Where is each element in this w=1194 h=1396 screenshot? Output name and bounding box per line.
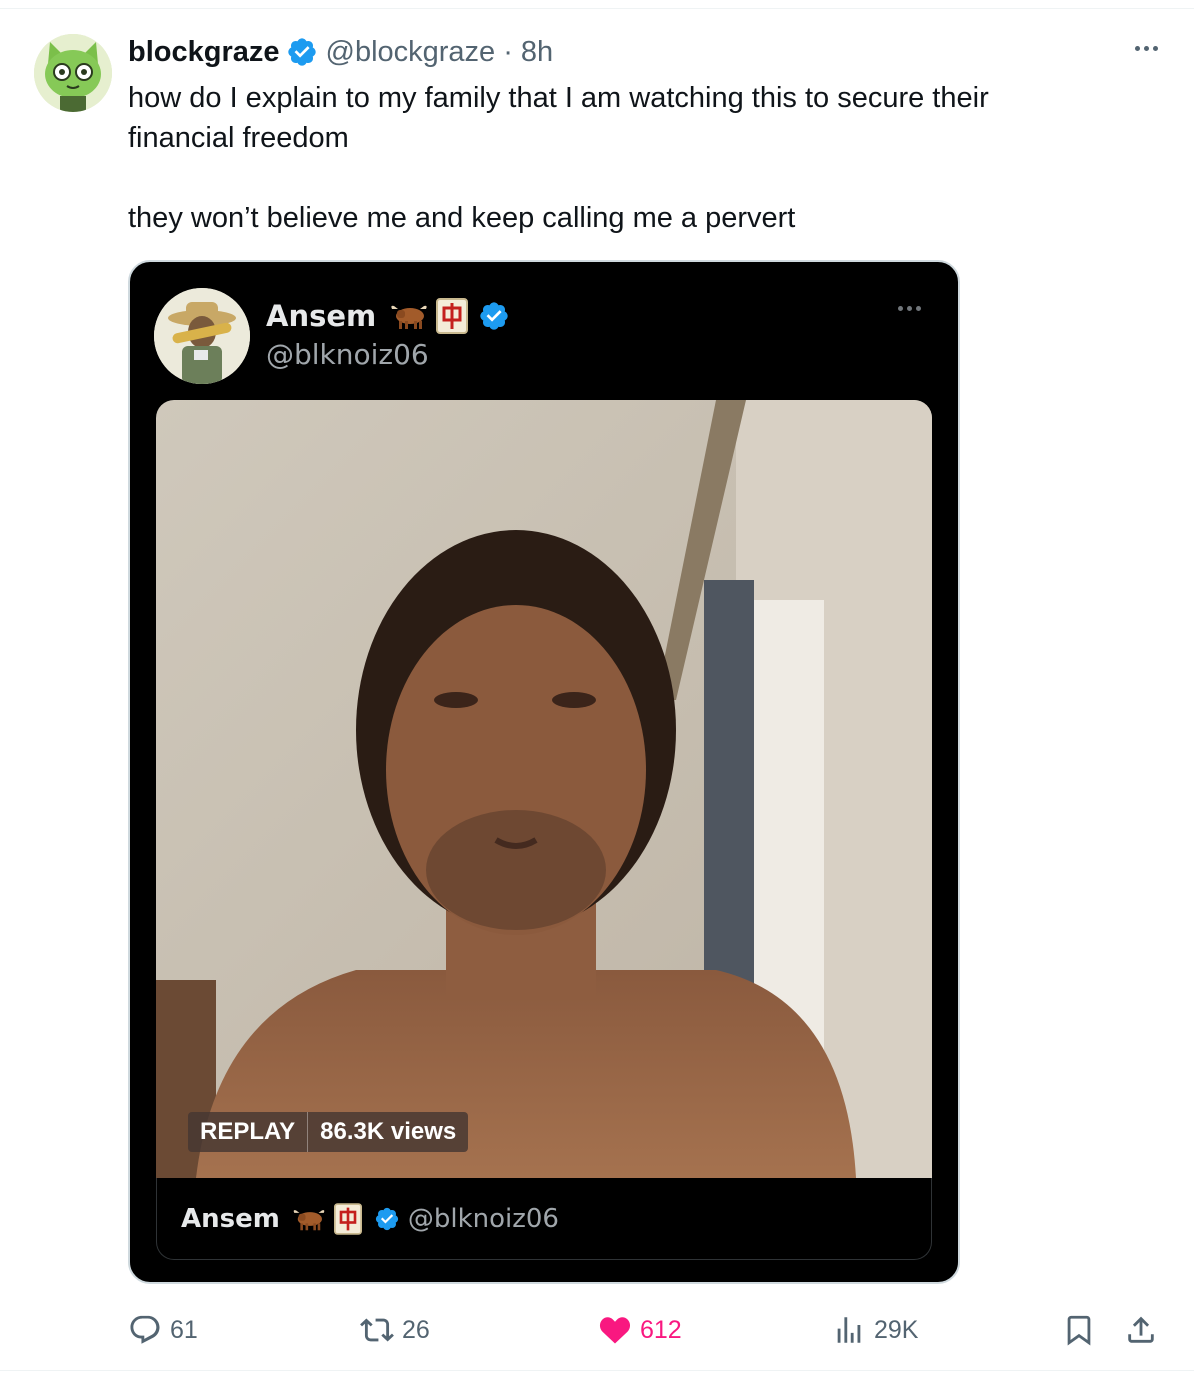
timestamp[interactable]: 8h xyxy=(521,36,553,69)
bookmark-button[interactable] xyxy=(1062,1308,1104,1352)
heart-filled-icon xyxy=(599,1317,631,1344)
more-dot-icon xyxy=(916,306,921,311)
mahjong-red-dragon-icon xyxy=(436,298,469,334)
tweet-text-line: financial freedom xyxy=(128,122,349,154)
reply-button[interactable]: 61 xyxy=(128,1308,198,1352)
reply-icon xyxy=(130,1315,160,1344)
views-button[interactable]: 29K xyxy=(832,1308,918,1352)
media-card[interactable]: Ansem @blknoiz06 REPLAY 86.3K views Anse… xyxy=(128,260,960,1284)
bottom-divider xyxy=(0,1370,1194,1371)
more-dot-icon xyxy=(1143,45,1149,51)
video-overlay[interactable]: REPLAY 86.3K views xyxy=(188,1112,469,1152)
more-dot-icon xyxy=(907,306,912,311)
author-avatar[interactable] xyxy=(34,34,112,112)
ox-icon xyxy=(293,1209,325,1230)
analytics-icon xyxy=(837,1317,861,1343)
more-dot-icon xyxy=(898,306,903,311)
mahjong-red-dragon-icon xyxy=(333,1202,362,1235)
share-icon xyxy=(1128,1316,1154,1343)
repost-icon xyxy=(360,1318,394,1342)
video-frame-image xyxy=(156,400,932,1178)
author-name[interactable]: blockgraze xyxy=(128,36,280,69)
video-author-name: Ansem xyxy=(181,1203,280,1234)
tweet-text-line: how do I explain to my family that I am … xyxy=(128,82,989,114)
video-attribution: Ansem @blknoiz06 xyxy=(156,1178,932,1260)
views-count: 29K xyxy=(874,1315,919,1344)
verified-badge-icon xyxy=(375,1207,398,1230)
verified-badge-icon xyxy=(480,302,508,330)
video-player[interactable]: REPLAY 86.3K views xyxy=(156,400,932,1178)
tweet-text: how do I explain to my family that I am … xyxy=(128,78,1088,238)
top-divider xyxy=(0,8,1194,9)
quoted-author-name: Ansem xyxy=(266,299,377,333)
share-button[interactable] xyxy=(1124,1308,1166,1352)
separator-dot: · xyxy=(503,35,513,68)
cowboy-avatar-icon xyxy=(154,288,250,384)
quoted-name-row: Ansem xyxy=(266,296,510,336)
repost-button[interactable]: 26 xyxy=(360,1308,430,1352)
reply-count: 61 xyxy=(170,1315,198,1344)
like-count: 612 xyxy=(640,1315,682,1344)
replay-label[interactable]: REPLAY xyxy=(188,1112,309,1152)
author-handle[interactable]: @blockgraze xyxy=(326,36,496,69)
tweet-text-line: they won’t believe me and keep calling m… xyxy=(128,202,796,234)
more-options-button[interactable] xyxy=(1128,30,1164,66)
tweet-header: blockgraze @blockgraze · 8h xyxy=(128,34,553,70)
cat-avatar-icon xyxy=(34,34,112,112)
quoted-author-avatar xyxy=(154,288,250,384)
quoted-author-handle: @blknoiz06 xyxy=(266,338,429,371)
quoted-more-options xyxy=(898,306,921,311)
action-bar: 61 26 612 29K xyxy=(128,1308,1168,1352)
video-views-label: 86.3K views xyxy=(320,1118,457,1145)
video-author-handle: @blknoiz06 xyxy=(407,1203,559,1234)
more-dot-icon xyxy=(1134,45,1140,51)
bookmark-icon xyxy=(1067,1315,1091,1346)
more-dot-icon xyxy=(1152,45,1158,51)
repost-count: 26 xyxy=(402,1315,430,1344)
like-button[interactable]: 612 xyxy=(598,1308,682,1352)
verified-badge-icon xyxy=(287,38,316,66)
ox-icon xyxy=(391,305,427,329)
